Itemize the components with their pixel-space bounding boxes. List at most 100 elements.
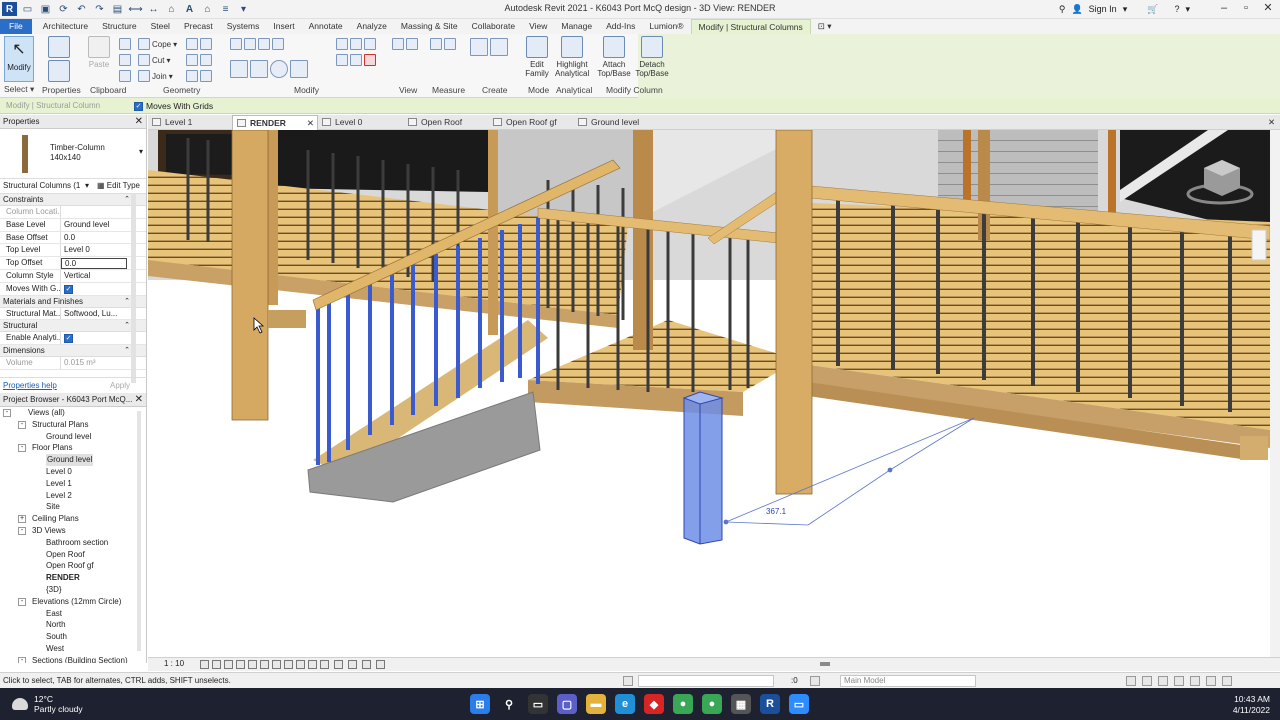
tree-node[interactable]: East (0, 608, 146, 620)
tree-node[interactable]: - Views (all) (0, 407, 146, 419)
tree-node[interactable]: - Structural Plans (0, 419, 146, 431)
moves-with-grids-checkbox[interactable]: ✓ (134, 101, 143, 111)
collapse-icon[interactable]: - (18, 597, 26, 606)
tab-precast[interactable]: Precast (177, 19, 220, 34)
tab-massing-site[interactable]: Massing & Site (394, 19, 465, 34)
worksharing-icon[interactable] (362, 660, 371, 669)
select-by-face-icon[interactable] (1174, 676, 1184, 686)
teams-chat-icon[interactable]: ▢ (557, 694, 577, 714)
shadows-icon[interactable] (236, 660, 245, 669)
tab-analyze[interactable]: Analyze (350, 19, 394, 34)
visual-style-icon[interactable] (212, 660, 221, 669)
weather-widget[interactable]: 12°C Partly cloudy (12, 694, 83, 714)
selected-structural-column[interactable] (682, 391, 724, 545)
horizontal-scroll-thumb[interactable] (820, 662, 830, 666)
3d-viewport[interactable]: 367.1 (148, 130, 1270, 657)
select-pinned-icon[interactable] (1158, 676, 1168, 686)
design-options-icon[interactable] (810, 676, 820, 686)
temporary-dimension[interactable] (723, 417, 975, 526)
tree-node[interactable]: - Floor Plans (0, 442, 146, 454)
match-type-tool[interactable] (119, 70, 131, 82)
tree-node[interactable]: Level 1 (0, 478, 146, 490)
sun-path-icon[interactable] (224, 660, 233, 669)
moves-with-grids-option[interactable]: ✓ Moves With Grids (134, 101, 213, 111)
tree-node[interactable]: -3D Views (0, 525, 146, 537)
view-tab-render[interactable]: RENDER ✕ (232, 115, 318, 130)
chevron-down-icon[interactable]: ▾ (85, 179, 89, 193)
tree-node[interactable]: + Ceiling Plans (0, 513, 146, 525)
modify-button[interactable]: ↖ Modify (4, 36, 34, 82)
maximize-button[interactable]: ▫ (1238, 2, 1254, 16)
measure-tools[interactable] (430, 38, 456, 50)
prop-value[interactable]: Softwood, Lu... (61, 308, 127, 320)
prop-value[interactable]: Vertical (61, 270, 127, 282)
tree-node[interactable]: North (0, 619, 146, 631)
tree-node[interactable]: {3D} (0, 584, 146, 596)
tab-view[interactable]: View (522, 19, 554, 34)
app-store-icon[interactable]: 🛒 (1147, 4, 1158, 15)
view-tabs-overflow-icon[interactable]: ✕ (1268, 115, 1275, 130)
tree-node[interactable]: - Elevations (12mm Circle) (0, 596, 146, 608)
prop-row-column-style[interactable]: Column Style Vertical (0, 269, 146, 283)
browser-scrollbar[interactable] (137, 411, 141, 651)
group-dimensions[interactable]: Dimensions ⌃ (0, 345, 146, 358)
tree-node[interactable]: Site (0, 501, 146, 513)
properties-help-link[interactable]: Properties help (3, 378, 57, 394)
view-tab-ground-level[interactable]: Ground level (578, 115, 639, 130)
properties-button[interactable] (42, 60, 76, 84)
model-view[interactable]: 367.1 (148, 130, 1270, 657)
create-tools[interactable] (470, 38, 508, 56)
prop-row-moves-with-grids[interactable]: Moves With G... ✓ (0, 282, 146, 296)
chevron-down-icon[interactable]: ▾ (139, 147, 143, 156)
tab-collaborate[interactable]: Collaborate (465, 19, 522, 34)
tab-file[interactable]: File (0, 19, 32, 34)
tab-systems[interactable]: Systems (220, 19, 267, 34)
render-icon[interactable] (248, 660, 257, 669)
help-dropdown-icon[interactable]: ▾ (1185, 4, 1190, 15)
prop-row-structural-material[interactable]: Structural Mat... Softwood, Lu... (0, 307, 146, 321)
join-button[interactable]: Join ▾ (138, 70, 173, 82)
prop-value[interactable]: 0.0 (61, 232, 127, 244)
view-tab-level-1[interactable]: Level 1 (152, 115, 192, 130)
zoom-icon[interactable]: ▭ (789, 694, 809, 714)
filter-icon[interactable] (1222, 676, 1232, 686)
collapse-icon[interactable]: - (18, 420, 26, 429)
modify-tools-row1[interactable] (230, 38, 284, 50)
system-clock[interactable]: 10:43 AM 4/11/2022 (1233, 694, 1270, 716)
view-tab-open-roof-gf[interactable]: Open Roof gf (493, 115, 557, 130)
prop-row-top-level[interactable]: Top Level Level 0 (0, 244, 146, 258)
main-model-field[interactable]: Main Model (840, 675, 976, 687)
revit-taskbar-icon[interactable]: R (760, 694, 780, 714)
top-offset-input[interactable]: 0.0 (61, 258, 127, 270)
tab-architecture[interactable]: Architecture (36, 19, 95, 34)
close-tab-icon[interactable]: ✕ (307, 116, 314, 131)
close-icon[interactable]: ✕ (135, 115, 143, 129)
edit-type-button[interactable]: ▦ Edit Type (97, 179, 140, 193)
show-crop-icon[interactable] (272, 660, 281, 669)
sign-in-link[interactable]: Sign In (1089, 4, 1117, 14)
edge-icon[interactable]: e (615, 694, 635, 714)
prop-row-top-offset[interactable]: Top Offset 0.0 (0, 257, 146, 270)
dimension-value[interactable]: 367.1 (766, 507, 787, 516)
acrobat-icon[interactable]: ◆ (644, 694, 664, 714)
edit-family-button[interactable]: Edit Family (520, 36, 554, 78)
apply-button[interactable]: Apply (110, 378, 130, 394)
tab-insert[interactable]: Insert (266, 19, 301, 34)
tree-node[interactable]: RENDER (0, 572, 146, 584)
workset-field[interactable] (638, 675, 774, 687)
collapse-icon[interactable]: - (18, 656, 26, 663)
windows-start-icon[interactable]: ⊞ (470, 694, 490, 714)
prop-row-base-level[interactable]: Base Level Ground level (0, 218, 146, 232)
tree-node[interactable]: South (0, 631, 146, 643)
highlight-analytical-button[interactable]: Highlight Analytical (555, 36, 589, 78)
tab-modify-structural-columns[interactable]: Modify | Structural Columns (690, 19, 811, 34)
tree-node[interactable]: - Sections (Building Section) (0, 655, 146, 663)
group-constraints[interactable]: Constraints ⌃ (0, 194, 146, 206)
close-icon[interactable]: ✕ (135, 393, 143, 407)
navigation-bar[interactable] (1251, 229, 1267, 261)
paste-button[interactable]: Paste (82, 36, 116, 69)
reveal-hidden-icon[interactable] (308, 660, 317, 669)
minimize-button[interactable]: – (1216, 2, 1232, 16)
highlight-displacement-icon[interactable] (334, 660, 343, 669)
temp-properties-icon[interactable] (348, 660, 357, 669)
